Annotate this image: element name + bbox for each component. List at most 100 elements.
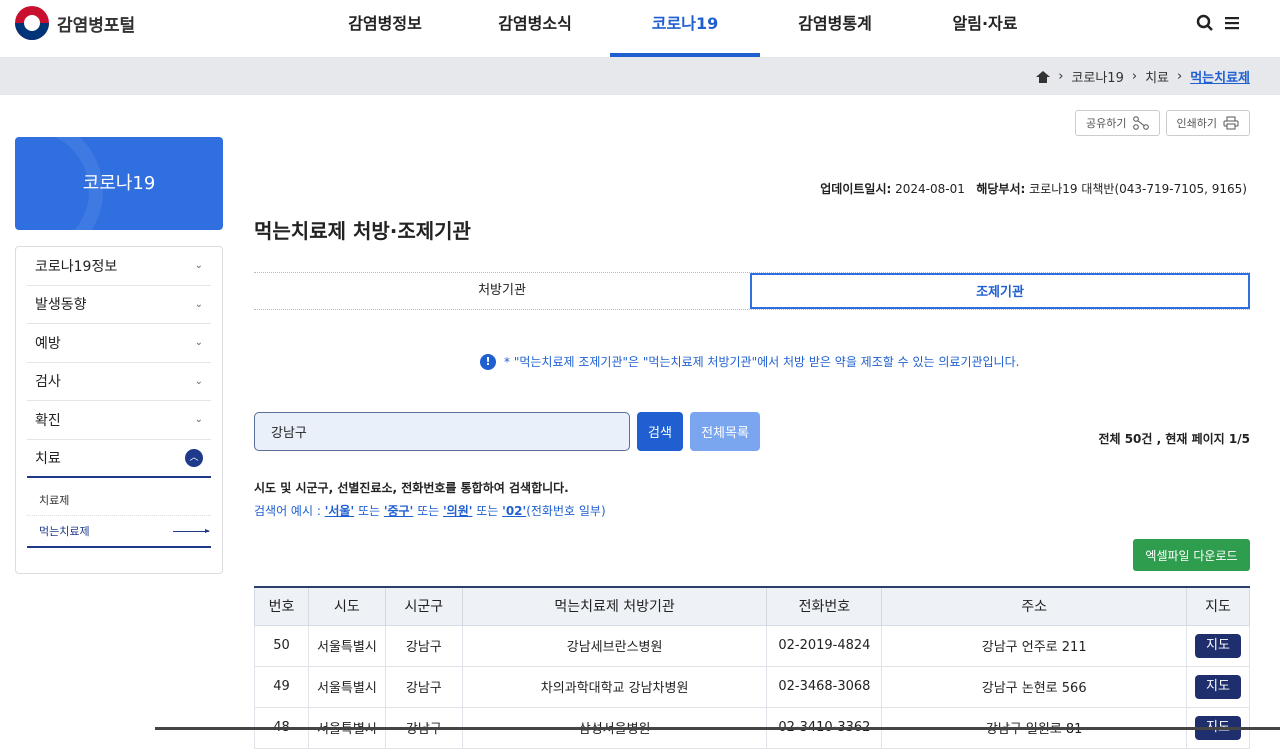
nav-notice-data[interactable]: 알림·자료: [910, 0, 1060, 57]
sidebar-item-treatment[interactable]: 치료 ︿: [27, 440, 211, 478]
sidebar-item-covid-info[interactable]: 코로나19정보 ⌄: [27, 247, 211, 286]
chevron-up-icon: ︿: [185, 448, 203, 467]
example-prefix: 검색어 예시 :: [254, 504, 325, 518]
chevron-down-icon: ⌄: [194, 375, 203, 387]
nav-disease-news[interactable]: 감염병소식: [460, 0, 610, 57]
page-title: 먹는치료제 처방·조제기관: [254, 219, 471, 243]
sidebar-hero: 코로나19: [15, 137, 223, 230]
search-help: 시도 및 시군구, 선별진료소, 전화번호를 통합하여 검색합니다.: [254, 481, 569, 495]
map-button[interactable]: 지도: [1195, 633, 1241, 658]
chevron-right-icon: ›: [1131, 69, 1138, 84]
sidebar-item-label: 코로나19정보: [35, 258, 118, 275]
cell-sigungu: 강남구: [384, 624, 463, 667]
col-header-map: 지도: [1186, 586, 1250, 626]
sidebar-subitem-oral-drug[interactable]: 먹는치료제: [27, 516, 211, 548]
example-keyword[interactable]: '서울': [325, 504, 354, 518]
main-nav: 감염병정보 감염병소식 코로나19 감염병통계 알림·자료: [310, 0, 1060, 57]
breadcrumb-bar: › 코로나19 › 치료 › 먹는치료제: [0, 57, 1280, 95]
print-button[interactable]: 인쇄하기: [1165, 110, 1250, 136]
breadcrumb-current[interactable]: 먹는치료제: [1190, 67, 1250, 86]
cell-institution: 강남세브란스병원: [461, 624, 768, 667]
table-row: 49 서울특별시 강남구 차의과학대학교 강남차병원 02-3468-3068 …: [254, 665, 1250, 708]
share-icon: [1132, 116, 1149, 130]
cell-phone: 02-3468-3068: [766, 665, 883, 708]
breadcrumb-item[interactable]: 치료: [1145, 67, 1169, 86]
cell-sigungu: 강남구: [384, 665, 463, 708]
sidebar-menu: 코로나19정보 ⌄ 발생동향 ⌄ 예방 ⌄ 검사 ⌄ 확진 ⌄ 치료 ︿ 치료제 먹는치료제: [15, 246, 223, 574]
sidebar-subitem-label: 치료제: [39, 493, 70, 507]
example-or: 또는: [472, 504, 503, 518]
notice: ! * "먹는치료제 조제기관"은 "먹는치료제 처방기관"에서 처방 받은 약…: [480, 353, 1019, 370]
example-keyword[interactable]: '중구': [384, 504, 413, 518]
chevron-right-icon: ›: [1058, 69, 1064, 84]
table-row: 50 서울특별시 강남구 강남세브란스병원 02-2019-4824 강남구 언…: [254, 624, 1250, 667]
sidebar-item-label: 확진: [35, 412, 61, 429]
sidebar-item-label: 예방: [35, 335, 61, 352]
home-icon[interactable]: [1036, 70, 1051, 83]
example-or: 또는: [354, 504, 384, 518]
share-button[interactable]: 공유하기: [1075, 110, 1160, 136]
arrow-right-icon: [173, 528, 210, 533]
nav-disease-stats[interactable]: 감염병통계: [760, 0, 910, 57]
col-header-institution: 먹는치료제 처방기관: [461, 586, 768, 626]
site-logo[interactable]: 감염병포털: [15, 6, 135, 40]
dept-value: 코로나19 대책반(043-719-7105, 9165): [1029, 182, 1247, 196]
search-button[interactable]: 검색: [637, 412, 683, 451]
results-table: 번호 시도 시군구 먹는치료제 처방기관 전화번호 주소 지도 50 서울특별시…: [254, 586, 1250, 749]
tab-bar: 처방기관 조제기관: [254, 272, 1250, 310]
excel-download-button[interactable]: 엑셀파일 다운로드: [1133, 539, 1250, 571]
chevron-down-icon: ⌄: [194, 414, 203, 426]
cell-sido: 서울특별시: [307, 665, 386, 708]
example-keyword[interactable]: '02': [502, 504, 526, 518]
col-header-sido: 시도: [307, 586, 386, 626]
search-input[interactable]: [254, 412, 630, 451]
info-icon: !: [480, 353, 496, 370]
example-or: 또는: [413, 504, 443, 518]
result-count: 전체 50건 , 현재 페이지 1/5: [1098, 432, 1250, 446]
cell-address: 강남구 언주로 211: [881, 624, 1187, 667]
cell-map: 지도: [1186, 624, 1250, 667]
dept-label: 해당부서:: [976, 182, 1026, 196]
breadcrumb: › 코로나19 › 치료 › 먹는치료제: [1036, 67, 1250, 86]
nav-covid19[interactable]: 코로나19: [610, 0, 760, 57]
update-info: 업데이트일시: 2024-08-01 해당부서: 코로나19 대책반(043-7…: [820, 180, 1247, 197]
search-icon[interactable]: [1196, 14, 1214, 32]
col-header-phone: 전화번호: [766, 586, 883, 626]
sidebar-item-prevention[interactable]: 예방 ⌄: [27, 324, 211, 363]
sidebar-item-label: 검사: [35, 374, 61, 391]
tab-dispensing[interactable]: 조제기관: [750, 273, 1250, 309]
menu-icon[interactable]: [1224, 14, 1240, 32]
view-all-button[interactable]: 전체목록: [690, 412, 760, 451]
update-date: 2024-08-01: [895, 182, 965, 196]
example-suffix: (전화번호 일부): [526, 504, 606, 518]
notice-text: * "먹는치료제 조제기관"은 "먹는치료제 처방기관"에서 처방 받은 약을 …: [504, 355, 1020, 369]
nav-disease-info[interactable]: 감염병정보: [310, 0, 460, 57]
table-header-row: 번호 시도 시군구 먹는치료제 처방기관 전화번호 주소 지도: [254, 586, 1250, 626]
chevron-down-icon: ⌄: [194, 337, 203, 349]
col-header-sigungu: 시군구: [384, 586, 463, 626]
tab-prescribing[interactable]: 처방기관: [254, 273, 750, 309]
site-header: 감염병포털 감염병정보 감염병소식 코로나19 감염병통계 알림·자료: [0, 0, 1280, 57]
breadcrumb-item[interactable]: 코로나19: [1071, 67, 1123, 86]
cell-address: 강남구 논현로 566: [881, 665, 1187, 708]
share-label: 공유하기: [1086, 117, 1127, 130]
sidebar-item-trends[interactable]: 발생동향 ⌄: [27, 286, 211, 324]
chevron-down-icon: ⌄: [194, 298, 203, 310]
print-label: 인쇄하기: [1176, 117, 1217, 130]
cell-no: 49: [254, 665, 309, 708]
chevron-down-icon: ⌄: [194, 260, 203, 272]
cell-phone: 02-2019-4824: [766, 624, 883, 667]
sidebar-subitem-treatment-drug[interactable]: 치료제: [27, 484, 211, 516]
cell-map: 지도: [1186, 665, 1250, 708]
cell-no: 50: [254, 624, 309, 667]
example-keyword[interactable]: '의원': [443, 504, 472, 518]
sidebar-item-confirmed[interactable]: 확진 ⌄: [27, 401, 211, 440]
map-button[interactable]: 지도: [1195, 674, 1241, 699]
update-date-label: 업데이트일시:: [820, 182, 892, 196]
sidebar-item-label: 발생동향: [35, 297, 87, 314]
sidebar-item-testing[interactable]: 검사 ⌄: [27, 363, 211, 401]
printer-icon: [1223, 116, 1239, 130]
government-emblem-icon: [15, 6, 49, 40]
col-header-address: 주소: [881, 586, 1187, 626]
cell-sido: 서울특별시: [307, 624, 386, 667]
